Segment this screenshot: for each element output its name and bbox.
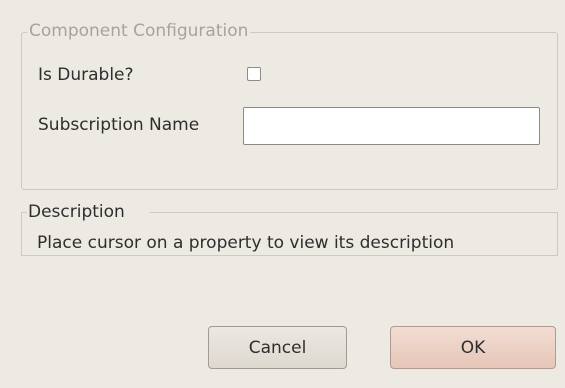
ok-button[interactable]: OK [390, 326, 556, 369]
cancel-button[interactable]: Cancel [208, 326, 347, 369]
is-durable-checkbox[interactable] [247, 67, 261, 81]
description-title: Description [28, 201, 129, 223]
subscription-name-label: Subscription Name [38, 115, 200, 135]
subscription-name-input[interactable] [243, 107, 540, 145]
component-configuration-title: Component Configuration [27, 20, 251, 42]
component-configuration-dialog: Component Configuration Is Durable? Subs… [0, 0, 565, 388]
description-text: Place cursor on a property to view its d… [37, 233, 455, 253]
is-durable-label: Is Durable? [38, 65, 134, 85]
